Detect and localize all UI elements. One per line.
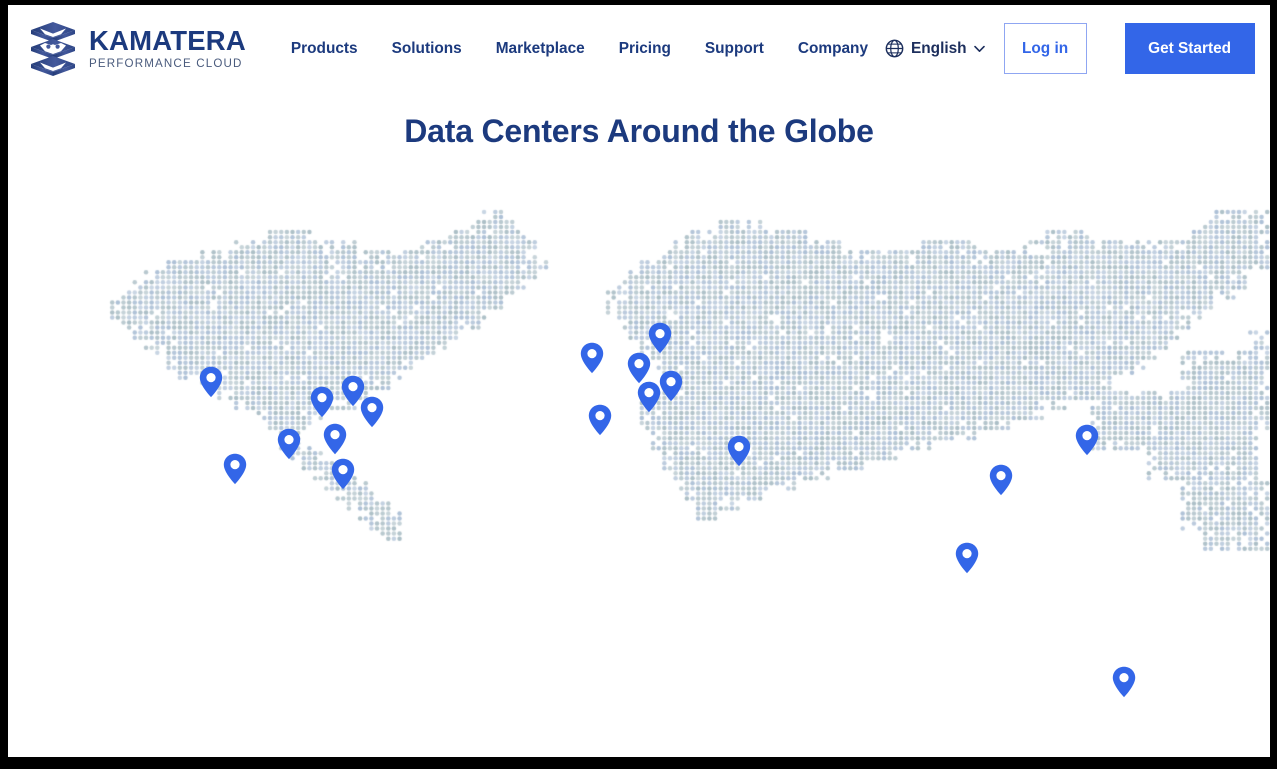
chevron-down-icon bbox=[973, 45, 985, 52]
pin-europe-north[interactable] bbox=[648, 322, 672, 354]
pin-asia-south[interactable] bbox=[989, 464, 1013, 496]
page-title: Data Centers Around the Globe bbox=[404, 113, 874, 149]
get-started-button[interactable]: Get Started bbox=[1124, 23, 1255, 74]
pin-europe-west-atlantic[interactable] bbox=[580, 342, 604, 374]
nav-item-pricing[interactable]: Pricing bbox=[602, 34, 688, 64]
pin-middle-east[interactable] bbox=[727, 435, 751, 467]
pin-north-america-central[interactable] bbox=[323, 423, 347, 455]
brand-wordmark: KAMATERA PERFORMANCE CLOUD bbox=[89, 27, 246, 69]
pin-north-america-southwest[interactable] bbox=[223, 453, 247, 485]
nav-item-support[interactable]: Support bbox=[688, 34, 781, 64]
main-navigation: Products Solutions Marketplace Pricing S… bbox=[274, 34, 885, 64]
map-pin-layer bbox=[8, 180, 1270, 757]
pin-europe-northwest[interactable] bbox=[627, 352, 651, 384]
pin-europe-east[interactable] bbox=[659, 370, 683, 402]
map-pin-icon bbox=[648, 322, 672, 354]
globe-icon bbox=[885, 39, 904, 58]
pin-north-america-west[interactable] bbox=[277, 428, 301, 460]
brand-name: KAMATERA bbox=[89, 25, 246, 57]
header-actions: English Log in Get Started bbox=[885, 23, 1255, 74]
map-pin-icon bbox=[727, 435, 751, 467]
map-pin-icon bbox=[989, 464, 1013, 496]
map-pin-icon bbox=[955, 542, 979, 574]
map-pin-icon bbox=[637, 381, 661, 413]
pin-europe-southwest[interactable] bbox=[588, 404, 612, 436]
brand-logo[interactable]: KAMATERA PERFORMANCE CLOUD bbox=[30, 21, 246, 77]
nav-item-marketplace[interactable]: Marketplace bbox=[479, 34, 602, 64]
map-pin-icon bbox=[323, 423, 347, 455]
pin-asia-east[interactable] bbox=[1075, 424, 1099, 456]
brand-tagline: PERFORMANCE CLOUD bbox=[89, 56, 243, 70]
nav-item-products[interactable]: Products bbox=[274, 34, 375, 64]
map-pin-icon bbox=[199, 366, 223, 398]
map-pin-icon bbox=[580, 342, 604, 374]
map-pin-icon bbox=[331, 458, 355, 490]
pin-north-america-west-canada[interactable] bbox=[199, 366, 223, 398]
nav-item-company[interactable]: Company bbox=[781, 34, 885, 64]
map-pin-icon bbox=[360, 396, 384, 428]
map-pin-icon bbox=[310, 386, 334, 418]
nav-item-solutions[interactable]: Solutions bbox=[375, 34, 479, 64]
pin-europe-central[interactable] bbox=[637, 381, 661, 413]
map-pin-icon bbox=[1112, 666, 1136, 698]
site-header: KAMATERA PERFORMANCE CLOUD Products Solu… bbox=[8, 5, 1270, 92]
map-pin-icon bbox=[223, 453, 247, 485]
pin-north-america-south[interactable] bbox=[331, 458, 355, 490]
pin-north-america-northeast[interactable] bbox=[360, 396, 384, 428]
login-button[interactable]: Log in bbox=[1003, 23, 1087, 74]
map-pin-icon bbox=[588, 404, 612, 436]
language-label: English bbox=[911, 39, 967, 57]
map-pin-icon bbox=[277, 428, 301, 460]
map-pin-icon bbox=[1075, 424, 1099, 456]
map-pin-icon bbox=[627, 352, 651, 384]
pin-oceania-southeast[interactable] bbox=[1112, 666, 1136, 698]
stacked-layers-icon bbox=[31, 21, 75, 76]
pin-north-america-northwest[interactable] bbox=[310, 386, 334, 418]
map-pin-icon bbox=[659, 370, 683, 402]
pin-asia-southeast[interactable] bbox=[955, 542, 979, 574]
page-frame: KAMATERA PERFORMANCE CLOUD Products Solu… bbox=[8, 5, 1270, 757]
language-selector[interactable]: English bbox=[885, 39, 985, 58]
world-map bbox=[8, 180, 1270, 757]
